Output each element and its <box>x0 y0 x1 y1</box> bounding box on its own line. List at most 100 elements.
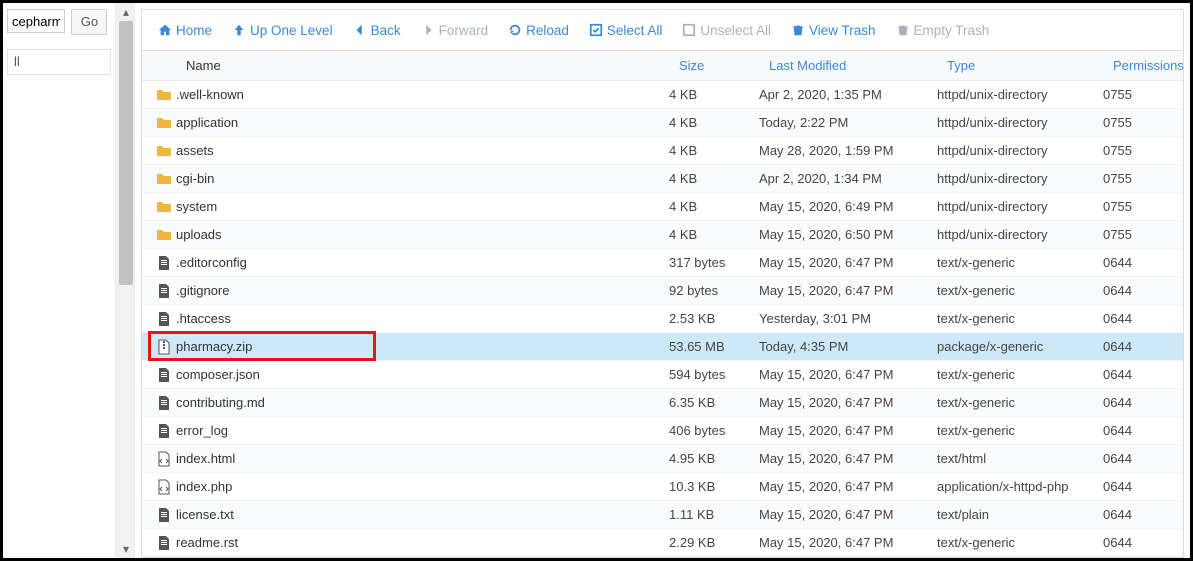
file-size: 317 bytes <box>669 255 759 270</box>
folder-icon <box>142 115 176 131</box>
table-row[interactable]: .editorconfig317 bytesMay 15, 2020, 6:47… <box>142 249 1183 277</box>
table-row[interactable]: application4 KBToday, 2:22 PMhttpd/unix-… <box>142 109 1183 137</box>
file-size: 1.11 KB <box>669 507 759 522</box>
table-row[interactable]: .well-known4 KBApr 2, 2020, 1:35 PMhttpd… <box>142 81 1183 109</box>
col-header-type[interactable]: Type <box>937 58 1103 73</box>
file-permissions: 0644 <box>1103 283 1183 298</box>
forward-button: Forward <box>411 14 499 46</box>
col-header-modified[interactable]: Last Modified <box>759 58 937 73</box>
file-modified: Today, 2:22 PM <box>759 115 937 130</box>
table-row[interactable]: cgi-bin4 KBApr 2, 2020, 1:34 PMhttpd/uni… <box>142 165 1183 193</box>
file-permissions: 0755 <box>1103 115 1183 130</box>
left-pane: Go ll <box>3 3 115 558</box>
unselect-all-icon <box>682 23 696 37</box>
go-button[interactable]: Go <box>71 9 107 35</box>
file-modified: Yesterday, 3:01 PM <box>759 311 937 326</box>
file-permissions: 0644 <box>1103 507 1183 522</box>
file-type: text/x-generic <box>937 311 1103 326</box>
file-modified: May 15, 2020, 6:49 PM <box>759 199 937 214</box>
file-name: index.html <box>176 451 669 466</box>
toolbar: Home Up One Level Back Forward Reload Se… <box>141 9 1184 51</box>
file-permissions: 0755 <box>1103 143 1183 158</box>
back-label: Back <box>371 23 401 38</box>
file-name: assets <box>176 143 669 158</box>
scroll-thumb[interactable] <box>119 21 133 285</box>
folder-icon <box>142 171 176 187</box>
main-pane: Home Up One Level Back Forward Reload Se… <box>135 3 1190 558</box>
table-row[interactable]: composer.json594 bytesMay 15, 2020, 6:47… <box>142 361 1183 389</box>
file-type: httpd/unix-directory <box>937 199 1103 214</box>
folder-icon <box>142 199 176 215</box>
file-name: cgi-bin <box>176 171 669 186</box>
table-row[interactable]: index.html4.95 KBMay 15, 2020, 6:47 PMte… <box>142 445 1183 473</box>
table-row[interactable]: uploads4 KBMay 15, 2020, 6:50 PMhttpd/un… <box>142 221 1183 249</box>
empty-trash-icon <box>896 23 910 37</box>
file-modified: May 15, 2020, 6:47 PM <box>759 535 937 550</box>
file-modified: May 15, 2020, 6:50 PM <box>759 227 937 242</box>
select-all-label: Select All <box>607 23 663 38</box>
collapse-box[interactable]: ll <box>7 49 111 75</box>
file-icon <box>142 311 176 327</box>
folder-icon <box>142 87 176 103</box>
up-button[interactable]: Up One Level <box>222 14 343 46</box>
file-size: 2.53 KB <box>669 311 759 326</box>
col-header-size[interactable]: Size <box>669 58 759 73</box>
col-header-name[interactable]: Name <box>142 58 669 73</box>
empty-trash-label: Empty Trash <box>914 23 990 38</box>
scroll-up-icon[interactable]: ▴ <box>116 3 136 21</box>
path-input[interactable] <box>7 9 65 33</box>
file-name: pharmacy.zip <box>176 339 669 354</box>
file-modified: May 15, 2020, 6:47 PM <box>759 507 937 522</box>
file-size: 4 KB <box>669 171 759 186</box>
file-modified: May 15, 2020, 6:47 PM <box>759 395 937 410</box>
file-permissions: 0644 <box>1103 255 1183 270</box>
table-row[interactable]: error_log406 bytesMay 15, 2020, 6:47 PMt… <box>142 417 1183 445</box>
up-label: Up One Level <box>250 23 333 38</box>
scroll-down-icon[interactable]: ▾ <box>116 540 136 558</box>
folder-icon <box>142 227 176 243</box>
file-modified: May 15, 2020, 6:47 PM <box>759 479 937 494</box>
view-trash-label: View Trash <box>809 23 876 38</box>
table-row[interactable]: .htaccess2.53 KBYesterday, 3:01 PMtext/x… <box>142 305 1183 333</box>
file-size: 4 KB <box>669 87 759 102</box>
home-button[interactable]: Home <box>148 14 222 46</box>
file-permissions: 0644 <box>1103 423 1183 438</box>
column-header-row: Name Size Last Modified Type Permissions <box>142 51 1183 81</box>
table-row[interactable]: contributing.md6.35 KBMay 15, 2020, 6:47… <box>142 389 1183 417</box>
file-permissions: 0644 <box>1103 479 1183 494</box>
left-scrollbar[interactable]: ▴ ▾ <box>115 3 135 558</box>
file-type: package/x-generic <box>937 339 1103 354</box>
back-button[interactable]: Back <box>343 14 411 46</box>
file-type: text/x-generic <box>937 255 1103 270</box>
table-row[interactable]: index.php10.3 KBMay 15, 2020, 6:47 PMapp… <box>142 473 1183 501</box>
table-row[interactable]: .gitignore92 bytesMay 15, 2020, 6:47 PMt… <box>142 277 1183 305</box>
file-permissions: 0644 <box>1103 339 1183 354</box>
select-all-button[interactable]: Select All <box>579 14 673 46</box>
file-icon <box>142 507 176 523</box>
file-modified: May 15, 2020, 6:47 PM <box>759 423 937 438</box>
reload-button[interactable]: Reload <box>498 14 579 46</box>
forward-icon <box>421 23 435 37</box>
file-permissions: 0644 <box>1103 311 1183 326</box>
file-name: .gitignore <box>176 283 669 298</box>
file-permissions: 0644 <box>1103 535 1183 550</box>
code-icon <box>142 451 176 467</box>
file-type: httpd/unix-directory <box>937 115 1103 130</box>
table-row[interactable]: license.txt1.11 KBMay 15, 2020, 6:47 PMt… <box>142 501 1183 529</box>
reload-icon <box>508 23 522 37</box>
table-row[interactable]: pharmacy.zip53.65 MBToday, 4:35 PMpackag… <box>142 333 1183 361</box>
file-name: uploads <box>176 227 669 242</box>
col-header-permissions[interactable]: Permissions <box>1103 58 1183 73</box>
file-modified: May 15, 2020, 6:47 PM <box>759 451 937 466</box>
table-row[interactable]: system4 KBMay 15, 2020, 6:49 PMhttpd/uni… <box>142 193 1183 221</box>
view-trash-button[interactable]: View Trash <box>781 14 886 46</box>
file-permissions: 0755 <box>1103 227 1183 242</box>
file-size: 2.29 KB <box>669 535 759 550</box>
zip-icon <box>142 339 176 355</box>
select-all-icon <box>589 23 603 37</box>
table-row[interactable]: readme.rst2.29 KBMay 15, 2020, 6:47 PMte… <box>142 529 1183 557</box>
table-row[interactable]: assets4 KBMay 28, 2020, 1:59 PMhttpd/uni… <box>142 137 1183 165</box>
up-icon <box>232 23 246 37</box>
file-type: text/x-generic <box>937 367 1103 382</box>
file-name: system <box>176 199 669 214</box>
